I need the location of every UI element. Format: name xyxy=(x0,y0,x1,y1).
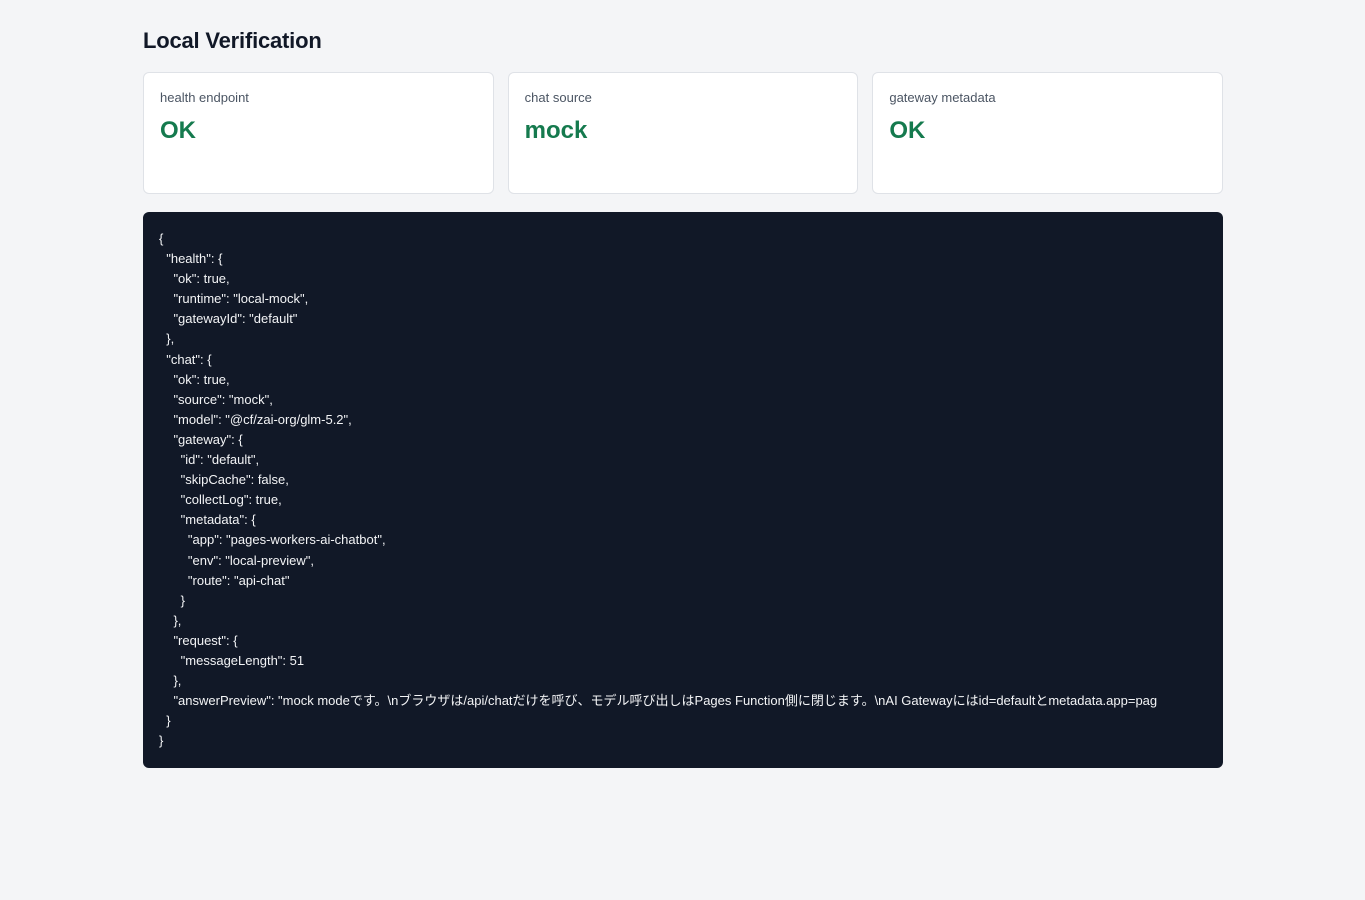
chat-source-label: chat source xyxy=(524,90,592,105)
chat-source-status: mock xyxy=(524,117,588,144)
gateway-metadata-card: gateway metadata OK xyxy=(872,72,1224,194)
health-endpoint-status: OK xyxy=(160,117,196,144)
gateway-metadata-label: gateway metadata xyxy=(889,90,996,105)
page-title: Local Verification xyxy=(143,28,322,53)
chat-source-card: chat source mock xyxy=(507,72,859,194)
status-cards: health endpoint OK chat source mock gate… xyxy=(143,72,1224,194)
json-output-panel: { "health": { "ok": true, "runtime": "lo… xyxy=(143,212,1223,768)
health-endpoint-label: health endpoint xyxy=(160,90,249,105)
json-output: { "health": { "ok": true, "runtime": "lo… xyxy=(159,231,1158,749)
gateway-metadata-status: OK xyxy=(889,117,926,144)
health-endpoint-card: health endpoint OK xyxy=(143,72,494,194)
